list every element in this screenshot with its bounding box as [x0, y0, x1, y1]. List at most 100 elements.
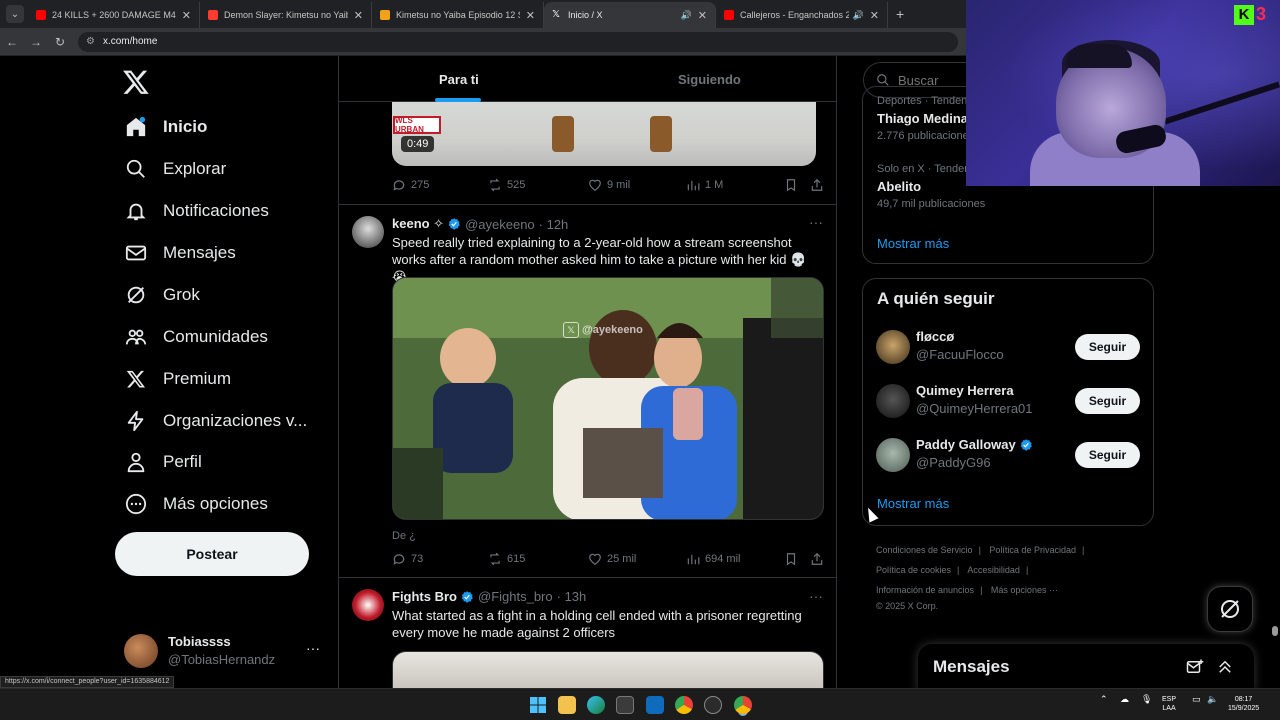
browser-tab[interactable]: Demon Slayer: Kimetsu no Yaib... ✕: [200, 2, 372, 28]
address-bar[interactable]: ⚙ x.com/home: [78, 31, 958, 52]
expand-up-icon[interactable]: [1216, 658, 1234, 676]
footer-link[interactable]: Accesibilidad: [967, 565, 1020, 575]
follow-button[interactable]: Seguir: [1075, 334, 1140, 360]
sidebar-item-organizaciones[interactable]: Organizaciones v...: [124, 401, 307, 441]
reload-icon[interactable]: ↻: [48, 35, 72, 49]
speaker-icon[interactable]: 🔊: [853, 10, 864, 21]
views-button[interactable]: 694 mil: [686, 552, 740, 566]
follow-suggestion[interactable]: fløccø @FacuuFlocco Seguir: [863, 320, 1153, 374]
speaker-icon[interactable]: 🔊: [681, 10, 692, 21]
x-logo-icon[interactable]: [122, 68, 150, 96]
reply-button[interactable]: 275: [392, 178, 429, 192]
new-message-icon[interactable]: [1186, 658, 1204, 676]
post-video[interactable]: 𝕏 @ayekeeno: [392, 277, 824, 520]
tab-title: 24 KILLS + 2600 DAMAGE M41...: [52, 10, 176, 20]
footer-link[interactable]: Información de anuncios: [876, 585, 974, 595]
browser-tab[interactable]: Callejeros - Enganchados 2... 🔊 ✕: [716, 2, 888, 28]
browser-tab[interactable]: 24 KILLS + 2600 DAMAGE M41... ✕: [28, 2, 200, 28]
back-icon[interactable]: ←: [0, 35, 24, 49]
sidebar-item-inicio[interactable]: Inicio: [124, 107, 207, 147]
more-dots-icon[interactable]: ···: [809, 588, 823, 604]
repost-button[interactable]: 615: [488, 552, 525, 566]
sidebar-item-explorar[interactable]: Explorar: [124, 149, 226, 189]
network-icon[interactable]: ▭: [1192, 695, 1201, 704]
bookmark-button[interactable]: [784, 552, 803, 566]
close-tab-icon[interactable]: ✕: [698, 9, 707, 22]
outlook-icon[interactable]: [646, 696, 664, 714]
post-time[interactable]: · 12h: [539, 217, 569, 232]
author-handle[interactable]: @Fights_bro: [478, 589, 553, 604]
views-button[interactable]: 1 M: [686, 178, 723, 192]
author-handle[interactable]: @ayekeeno: [465, 217, 535, 232]
app-icon[interactable]: [704, 696, 722, 714]
share-button[interactable]: [810, 552, 829, 566]
file-explorer-icon[interactable]: [558, 696, 576, 714]
forward-icon[interactable]: →: [24, 35, 48, 49]
footer-link[interactable]: Condiciones de Servicio: [876, 545, 973, 555]
microphone-icon[interactable]: 🎙: [1141, 695, 1152, 704]
start-icon[interactable]: [529, 696, 547, 714]
follow-suggestion[interactable]: Quimey Herrera @QuimeyHerrera01 Seguir: [863, 374, 1153, 428]
tab-search-button[interactable]: ⌄: [6, 5, 24, 23]
post-time[interactable]: · 13h: [557, 589, 587, 604]
reply-icon: [393, 554, 405, 565]
post-button[interactable]: Postear: [115, 532, 309, 576]
share-button[interactable]: [810, 178, 829, 192]
messages-drawer[interactable]: Mensajes: [918, 644, 1254, 692]
chrome-active-icon[interactable]: [734, 696, 752, 714]
follow-button[interactable]: Seguir: [1075, 442, 1140, 468]
site-info-icon[interactable]: ⚙: [86, 36, 95, 47]
repost-count: 525: [507, 179, 526, 191]
store-icon[interactable]: [616, 696, 634, 714]
grok-floating-button[interactable]: [1207, 586, 1253, 632]
sidebar-item-notificaciones[interactable]: Notificaciones: [124, 191, 269, 231]
close-tab-icon[interactable]: ✕: [870, 9, 879, 22]
author-name[interactable]: Fights Bro: [392, 589, 457, 604]
show-more-trends-link[interactable]: Mostrar más: [877, 236, 949, 251]
bookmark-button[interactable]: [784, 178, 803, 192]
onedrive-icon[interactable]: ☁: [1120, 695, 1129, 704]
language-indicator[interactable]: ESP LAA: [1162, 695, 1176, 713]
trend-name[interactable]: Thiago Medina: [877, 111, 968, 126]
browser-tab-active[interactable]: 𝕏 Inicio / X 🔊 ✕: [544, 2, 716, 28]
follow-suggestion[interactable]: Paddy Galloway @PaddyG96 Seguir: [863, 428, 1153, 482]
reply-button[interactable]: 73: [392, 552, 423, 566]
close-tab-icon[interactable]: ✕: [526, 9, 535, 22]
avatar[interactable]: [352, 216, 384, 248]
chrome-icon[interactable]: [675, 696, 693, 714]
scrollbar-thumb[interactable]: [1272, 626, 1278, 636]
follow-button[interactable]: Seguir: [1075, 388, 1140, 414]
like-button[interactable]: 9 mil: [588, 178, 630, 192]
sidebar-item-label: Organizaciones v...: [163, 411, 308, 430]
sidebar-item-premium[interactable]: Premium: [124, 359, 231, 399]
sidebar-item-mensajes[interactable]: Mensajes: [124, 233, 236, 273]
edge-icon[interactable]: [587, 696, 605, 714]
footer-link[interactable]: Más opciones ···: [991, 585, 1058, 595]
post-video[interactable]: [392, 651, 824, 688]
author-name[interactable]: keeno ✧: [392, 216, 444, 232]
like-button[interactable]: 25 mil: [588, 552, 636, 566]
avatar[interactable]: [352, 589, 384, 621]
more-dots-icon[interactable]: ···: [306, 640, 320, 656]
close-tab-icon[interactable]: ✕: [182, 9, 191, 22]
sidebar-item-mas-opciones[interactable]: Más opciones: [124, 484, 268, 524]
volume-icon[interactable]: 🔈: [1207, 695, 1218, 704]
browser-tab[interactable]: Kimetsu no Yaiba Episodio 12 S... ✕: [372, 2, 544, 28]
sidebar-item-comunidades[interactable]: Comunidades: [124, 317, 268, 357]
repost-button[interactable]: 525: [488, 178, 525, 192]
sidebar-item-grok[interactable]: Grok: [124, 275, 200, 315]
footer-link[interactable]: Política de cookies: [876, 565, 951, 575]
tab-siguiendo[interactable]: Siguiendo: [678, 72, 741, 87]
clock[interactable]: 08:17 15/9/2025: [1228, 695, 1259, 713]
sidebar-item-perfil[interactable]: Perfil: [124, 442, 202, 482]
account-switcher[interactable]: Tobiassss @TobiasHernandz ···: [124, 630, 324, 670]
new-tab-icon[interactable]: +: [896, 6, 904, 22]
more-dots-icon[interactable]: ···: [809, 214, 823, 230]
footer-link[interactable]: Política de Privacidad: [989, 545, 1076, 555]
trend-name[interactable]: Abelito: [877, 179, 921, 194]
show-more-follow-link[interactable]: Mostrar más: [877, 496, 949, 511]
tray-overflow-icon[interactable]: ⌃: [1100, 695, 1108, 704]
post-video[interactable]: WLS URBAN 0:49: [392, 102, 816, 166]
close-tab-icon[interactable]: ✕: [354, 9, 363, 22]
tab-para-ti[interactable]: Para ti: [439, 72, 479, 87]
